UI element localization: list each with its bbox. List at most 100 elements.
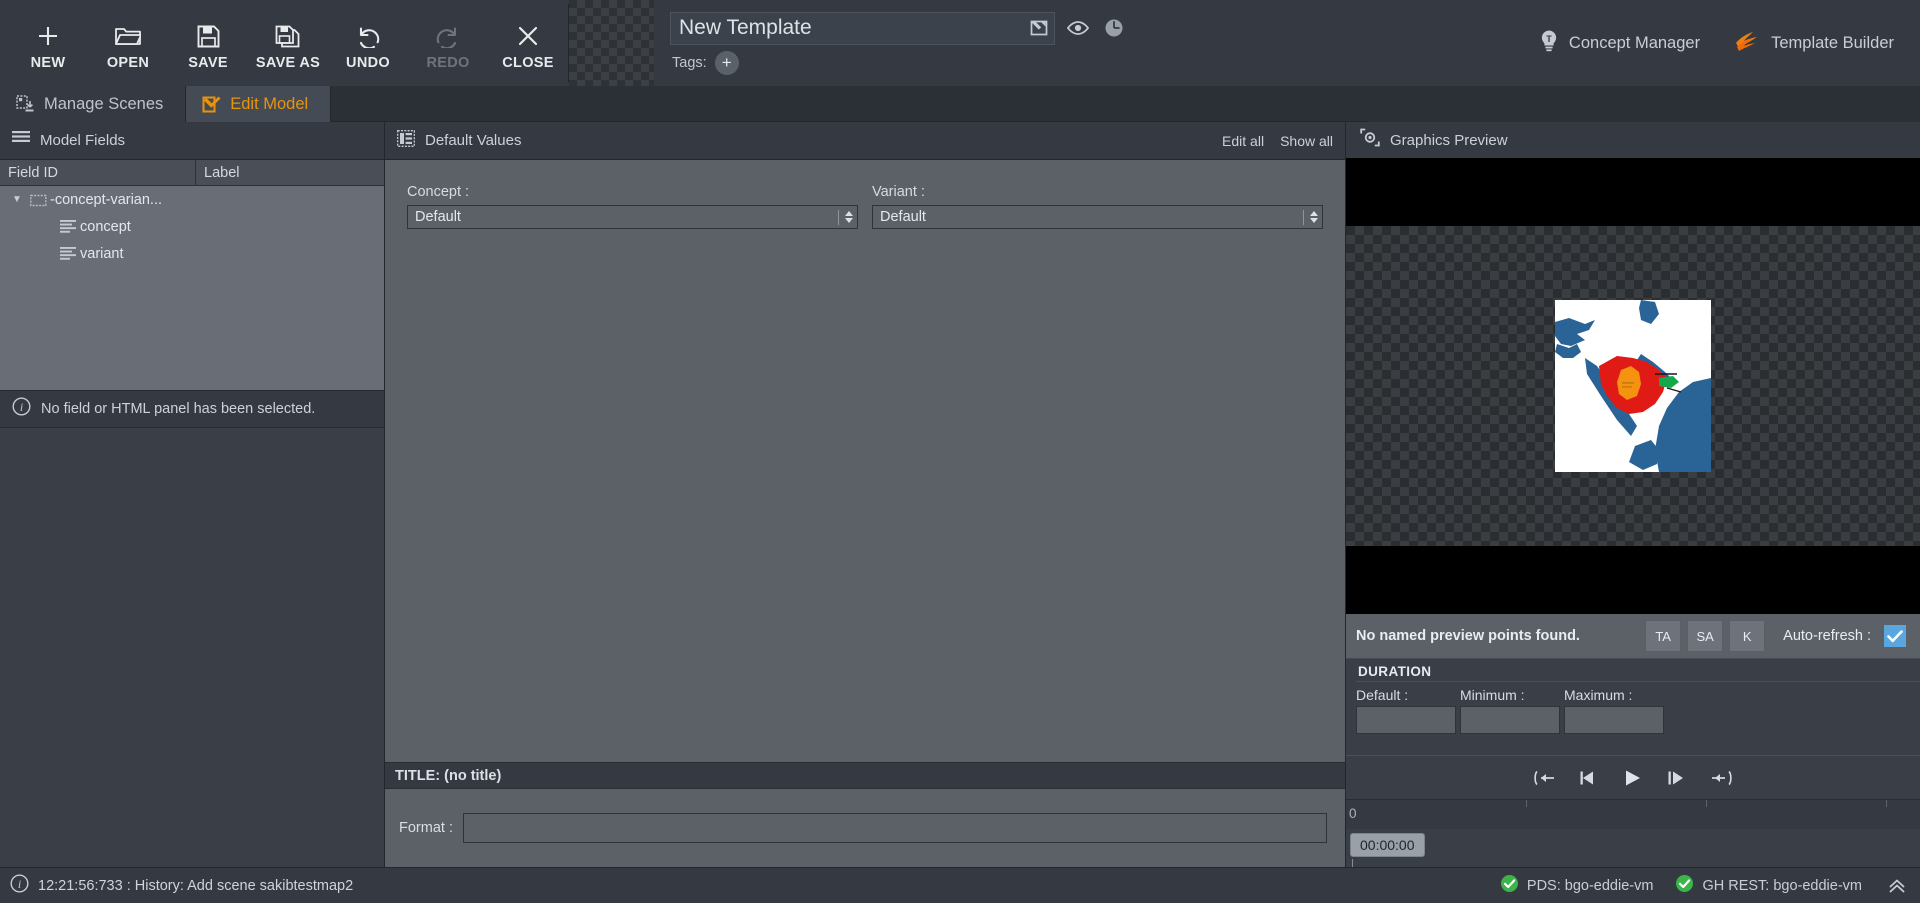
graphics-preview-header: Graphics Preview (1346, 122, 1920, 158)
duration-default-input[interactable] (1356, 706, 1456, 734)
template-builder-button[interactable]: Template Builder (1734, 29, 1894, 58)
template-name-input[interactable]: New Template (670, 11, 1055, 45)
timeline-tick (1886, 800, 1887, 807)
left-panel-filler (0, 428, 384, 867)
model-fields-title: Model Fields (40, 132, 126, 149)
toolbar-buttons: NEW OPEN SAVE SAVE AS UNDO REDO CLOSE (0, 0, 568, 86)
lightbulb-icon: T (1538, 29, 1560, 58)
eye-icon[interactable] (1065, 15, 1091, 41)
connection-gh-rest-label: GH REST: bgo-eddie-vm (1702, 877, 1862, 894)
auto-refresh-checkbox[interactable] (1884, 625, 1906, 647)
default-values-field-row: Concept : Default Variant : Default (407, 184, 1323, 229)
connection-gh-rest[interactable]: GH REST: bgo-eddie-vm (1675, 874, 1862, 898)
graphics-preview-title: Graphics Preview (1390, 131, 1508, 149)
variant-select-value: Default (880, 209, 926, 225)
template-builder-label: Template Builder (1771, 33, 1894, 52)
tree-row-group-label: -concept-varian... (50, 191, 163, 208)
rename-icon[interactable] (1029, 17, 1049, 42)
tree-row-group[interactable]: ▼ -concept-varian... (0, 186, 384, 213)
timeline-tick (1526, 800, 1527, 807)
save-button[interactable]: SAVE (168, 0, 248, 86)
open-button[interactable]: OPEN (88, 0, 168, 86)
variant-select-separator (1303, 209, 1304, 225)
playhead-line[interactable] (1352, 859, 1353, 867)
add-tag-button[interactable]: + (714, 50, 739, 75)
format-input[interactable] (463, 813, 1327, 843)
column-field-id[interactable]: Field ID (0, 160, 196, 185)
variant-select[interactable]: Default (872, 205, 1323, 229)
status-message: 12:21:56:733 : History: Add scene sakibt… (38, 877, 354, 894)
tab-edit-model[interactable]: Edit Model (186, 86, 332, 122)
clock-icon[interactable] (1101, 15, 1127, 41)
chevron-double-up-icon[interactable] (1884, 877, 1906, 895)
duration-default-field: Default : (1356, 687, 1456, 734)
new-button[interactable]: NEW (8, 0, 88, 86)
sa-button[interactable]: SA (1687, 620, 1724, 652)
redo-icon (435, 21, 461, 51)
column-label[interactable]: Label (196, 160, 384, 185)
preview-letterbox-bottom (1346, 546, 1920, 614)
tree-row-variant-label: variant (80, 245, 124, 262)
expand-caret-icon[interactable]: ▼ (8, 194, 26, 205)
jump-end-icon[interactable] (1710, 770, 1734, 786)
duration-default-label: Default : (1356, 687, 1409, 703)
concept-field-label: Concept : (407, 184, 470, 200)
format-row: Format : (385, 789, 1345, 867)
main-tabstrip: Manage Scenes Edit Model (0, 86, 1920, 122)
duration-section: DURATION Default : Minimum : Maximum : (1346, 659, 1920, 755)
tags-row: Tags: + (670, 50, 1522, 75)
tree-row-variant[interactable]: variant (0, 240, 384, 267)
save-as-button[interactable]: SAVE AS (248, 0, 328, 86)
timeline-ruler[interactable]: 0 (1346, 799, 1920, 829)
edit-model-icon (202, 95, 221, 114)
duration-maximum-input[interactable] (1564, 706, 1664, 734)
tree-row-concept-label: concept (80, 218, 131, 235)
variant-field: Variant : Default (872, 184, 1323, 229)
status-bar: i 12:21:56:733 : History: Add scene saki… (0, 867, 1920, 903)
step-back-icon[interactable] (1578, 770, 1600, 786)
k-button[interactable]: K (1729, 620, 1766, 652)
tab-manage-scenes[interactable]: Manage Scenes (0, 86, 187, 122)
default-values-title: Default Values (425, 132, 522, 149)
step-forward-icon[interactable] (1666, 770, 1688, 786)
application-window: NEW OPEN SAVE SAVE AS UNDO REDO CLOSE Ne… (0, 0, 1920, 903)
preview-transparent-area (1346, 226, 1920, 546)
check-circle-icon (1675, 874, 1694, 898)
timeline-track-area[interactable]: 00:00:00 (1346, 829, 1920, 867)
duration-maximum-label: Maximum : (1564, 687, 1633, 703)
tags-label: Tags: (672, 54, 707, 71)
concept-manager-label: Concept Manager (1568, 33, 1701, 52)
model-fields-panel: Model Fields Field ID Label ▼ -concept-v… (0, 122, 385, 867)
duration-title: DURATION (1358, 664, 1432, 679)
preview-viewport[interactable] (1346, 158, 1920, 614)
duration-minimum-input[interactable] (1460, 706, 1560, 734)
undo-label: UNDO (346, 55, 390, 71)
default-values-icon (397, 129, 415, 152)
jump-start-icon[interactable] (1532, 770, 1556, 786)
connection-pds[interactable]: PDS: bgo-eddie-vm (1500, 874, 1653, 898)
svg-text:i: i (20, 400, 23, 414)
tab-edit-model-label: Edit Model (230, 94, 309, 113)
concept-manager-button[interactable]: T Concept Manager (1538, 29, 1700, 58)
timeline-tick (1706, 800, 1707, 807)
close-button[interactable]: CLOSE (488, 0, 568, 86)
edit-all-link[interactable]: Edit all (1222, 133, 1264, 149)
play-icon[interactable] (1622, 769, 1644, 787)
open-label: OPEN (106, 55, 150, 71)
middle-east-map-graphic (1555, 300, 1711, 472)
tree-row-concept[interactable]: concept (0, 213, 384, 240)
save-as-label: SAVE AS (255, 55, 321, 71)
floppy-icon (197, 21, 220, 51)
list-icon (12, 131, 30, 150)
duration-minimum-label: Minimum : (1460, 687, 1525, 703)
show-all-link[interactable]: Show all (1280, 133, 1333, 149)
redo-button[interactable]: REDO (408, 0, 488, 86)
concept-select[interactable]: Default (407, 205, 858, 229)
concept-field: Concept : Default (407, 184, 858, 229)
main-body: Model Fields Field ID Label ▼ -concept-v… (0, 122, 1920, 867)
chevron-updown-icon (1310, 211, 1318, 223)
preview-points-message: No named preview points found. (1356, 628, 1580, 644)
ta-button[interactable]: TA (1645, 620, 1682, 652)
undo-button[interactable]: UNDO (328, 0, 408, 86)
default-values-body: Concept : Default Variant : Default (385, 160, 1345, 762)
